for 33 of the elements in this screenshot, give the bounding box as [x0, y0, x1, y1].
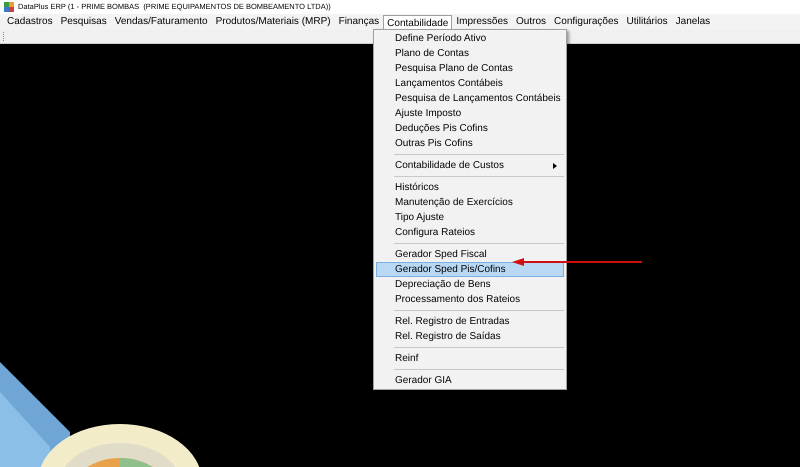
app-icon	[4, 2, 14, 12]
menu-entry[interactable]: Pesquisa de Lançamentos Contábeis	[376, 91, 564, 106]
menu-item[interactable]: Cadastros	[3, 14, 57, 30]
menu-item[interactable]: Janelas	[672, 14, 714, 30]
menu-entry[interactable]: Rel. Registro de Saídas	[376, 329, 564, 344]
menu-entry[interactable]: Deduções Pis Cofins	[376, 121, 564, 136]
menu-item[interactable]: Produtos/Materiais (MRP)	[212, 14, 335, 30]
menu-item[interactable]: Vendas/Faturamento	[110, 14, 212, 30]
menu-entry[interactable]: Ajuste Imposto	[376, 106, 564, 121]
menu-entry[interactable]: Lançamentos Contábeis	[376, 76, 564, 91]
menu-entry[interactable]: Tipo Ajuste	[376, 210, 564, 225]
menu-item[interactable]: Outros	[512, 14, 550, 30]
menu-item[interactable]: Impressões	[452, 14, 512, 30]
submenu-arrow-icon	[553, 162, 557, 168]
menu-item[interactable]: Pesquisas	[56, 14, 111, 30]
menu-item[interactable]: Contabilidade	[383, 15, 452, 30]
menu-entry[interactable]: Configura Rateios	[376, 225, 564, 240]
menu-entry[interactable]: Históricos	[376, 180, 564, 195]
menu-entry[interactable]: Gerador Sped Fiscal	[376, 247, 564, 262]
menu-entry[interactable]: Processamento dos Rateios	[376, 292, 564, 307]
menu-entry[interactable]: Outras Pis Cofins	[376, 136, 564, 151]
menu-item[interactable]: Finanças	[334, 14, 384, 30]
menu-entry[interactable]: Reinf	[376, 351, 564, 366]
menu-entry[interactable]: Pesquisa Plano de Contas	[376, 61, 564, 76]
menu-entry[interactable]: Contabilidade de Custos	[376, 158, 564, 173]
menu-entry[interactable]: Gerador GIA	[376, 373, 564, 388]
menu-entry[interactable]: Plano de Contas	[376, 46, 564, 61]
menu-entry[interactable]: Rel. Registro de Entradas	[376, 314, 564, 329]
menu-entry[interactable]: Gerador Sped Pis/Cofins	[376, 262, 564, 277]
menu-item[interactable]: Configurações	[550, 14, 623, 30]
menu-entry[interactable]: Depreciação de Bens	[376, 277, 564, 292]
menu-item[interactable]: Utilitários	[622, 14, 672, 30]
menu-entry[interactable]: Manutenção de Exercícios	[376, 195, 564, 210]
